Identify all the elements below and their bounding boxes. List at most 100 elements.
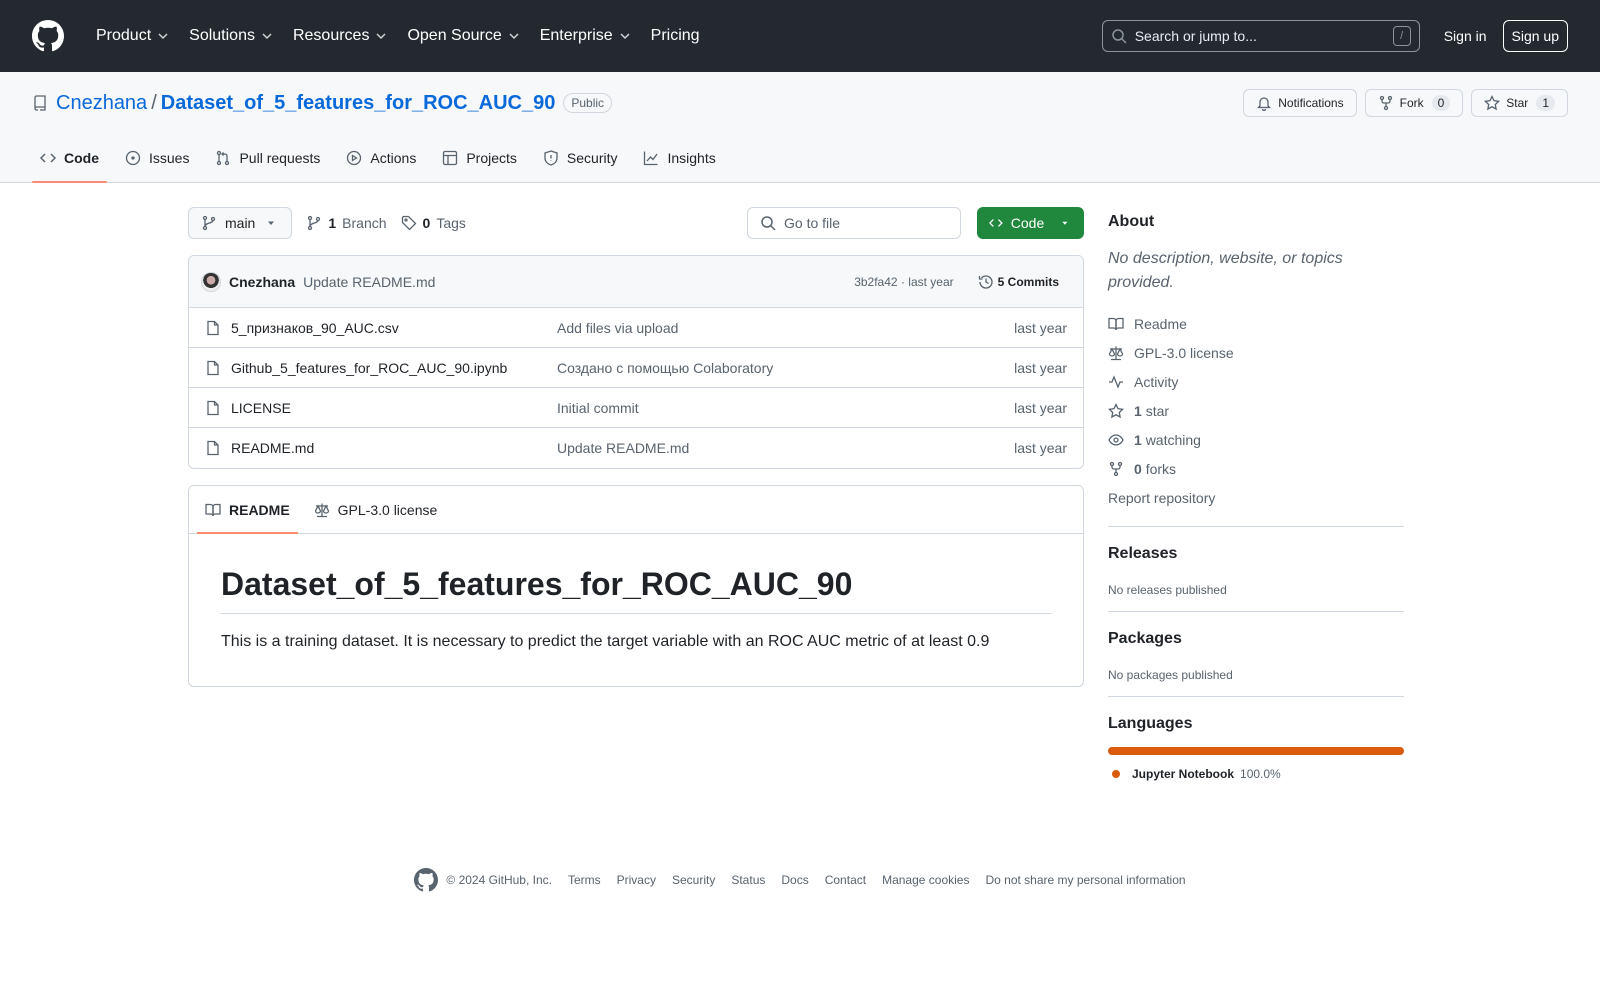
license-link[interactable]: GPL-3.0 license <box>1108 338 1404 367</box>
tab-security[interactable]: Security <box>535 134 626 182</box>
file-commit-link[interactable]: Initial commit <box>557 400 1014 416</box>
repo-name-link[interactable]: Dataset_of_5_features_for_ROC_AUC_90 <box>161 92 556 115</box>
tab-projects[interactable]: Projects <box>434 134 525 182</box>
branch-count: 1 <box>328 215 337 231</box>
nav-pricing[interactable]: Pricing <box>643 18 708 54</box>
table-icon <box>443 150 458 166</box>
readme-tabs: README GPL-3.0 license <box>189 486 1083 534</box>
shield-icon <box>544 150 558 166</box>
footer-link-contact[interactable]: Contact <box>825 873 866 887</box>
branch-icon <box>202 215 216 231</box>
fork-icon <box>1109 461 1123 476</box>
nav-resources[interactable]: Resources <box>285 18 395 54</box>
tab-actions-label: Actions <box>370 150 417 166</box>
file-time: last year <box>1014 319 1067 336</box>
notifications-button[interactable]: Notifications <box>1243 89 1357 117</box>
file-commit-link[interactable]: Update README.md <box>557 440 1014 456</box>
code-dropdown-button[interactable]: Code <box>977 207 1084 239</box>
file-name-link[interactable]: 5_признаков_90_AUC.csv <box>231 320 557 336</box>
about-description: No description, website, or topics provi… <box>1108 250 1343 291</box>
tab-code[interactable]: Code <box>32 134 107 183</box>
footer-link-security[interactable]: Security <box>672 873 715 887</box>
footer-link-terms[interactable]: Terms <box>568 873 601 887</box>
tags-link[interactable]: 0 Tags <box>401 215 466 231</box>
file-navigation: main 1 Branch 0 Tags Go to file Code <box>188 207 1084 239</box>
tab-actions[interactable]: Actions <box>338 134 424 182</box>
stars-text: 1 star <box>1134 403 1169 419</box>
file-icon <box>207 320 219 335</box>
nav-product-label: Product <box>96 27 152 44</box>
fork-count: 0 <box>1431 95 1451 111</box>
commits-history-link[interactable]: 5 Commits <box>970 274 1067 290</box>
nav-open-source[interactable]: Open Source <box>399 18 527 54</box>
global-nav: Product Solutions Resources Open Source … <box>88 18 708 54</box>
tab-readme[interactable]: README <box>197 486 298 534</box>
packages-heading[interactable]: Packages <box>1108 630 1404 648</box>
stars-count: 1 <box>1134 402 1142 419</box>
github-logo-icon[interactable] <box>414 868 439 892</box>
repo-owner-link[interactable]: Cnezhana <box>56 92 147 115</box>
forks-link[interactable]: 0 forks <box>1108 454 1404 483</box>
watchers-link[interactable]: 1 watching <box>1108 425 1404 454</box>
tab-license[interactable]: GPL-3.0 license <box>306 486 446 533</box>
language-item[interactable]: Jupyter Notebook 100.0% <box>1108 767 1404 781</box>
footer-copyright: © 2024 GitHub, Inc. <box>446 873 552 887</box>
repo-sidebar: About No description, website, or topics… <box>1108 207 1404 781</box>
code-button-label: Code <box>1010 215 1045 231</box>
footer-link-do-not-share[interactable]: Do not share my personal information <box>985 873 1185 887</box>
code-icon <box>40 153 56 163</box>
license-link-label: GPL-3.0 license <box>1134 344 1234 361</box>
avatar[interactable] <box>201 271 221 292</box>
commit-time: last year <box>908 274 954 289</box>
file-commit-link[interactable]: Add files via upload <box>557 320 1014 336</box>
file-row: 5_признаков_90_AUC.csv Add files via upl… <box>189 308 1083 348</box>
nav-enterprise[interactable]: Enterprise <box>532 18 639 54</box>
file-name-link[interactable]: README.md <box>231 440 557 456</box>
commit-message-link[interactable]: Update README.md <box>303 274 435 290</box>
report-repository-link[interactable]: Report repository <box>1108 483 1404 512</box>
search-shortcut-key: / <box>1392 26 1411 46</box>
star-button[interactable]: Star 1 <box>1471 89 1568 117</box>
forks-count: 0 <box>1134 460 1142 477</box>
tab-pull-requests[interactable]: Pull requests <box>207 134 328 182</box>
file-list: Cnezhana Update README.md 3b2fa42 · last… <box>188 255 1084 469</box>
global-search-input[interactable]: Search or jump to... / <box>1101 20 1420 52</box>
sign-up-button[interactable]: Sign up <box>1502 20 1568 52</box>
github-logo-icon[interactable] <box>32 20 64 52</box>
footer-link-status[interactable]: Status <box>731 873 765 887</box>
readme-link[interactable]: Readme <box>1108 309 1404 338</box>
sign-in-link[interactable]: Sign in <box>1444 28 1487 44</box>
fork-button[interactable]: Fork 0 <box>1364 89 1464 117</box>
tab-issues[interactable]: Issues <box>117 134 197 182</box>
tag-icon <box>401 215 416 231</box>
nav-solutions[interactable]: Solutions <box>181 18 281 54</box>
go-to-file-input[interactable]: Go to file <box>747 207 961 239</box>
commit-author-link[interactable]: Cnezhana <box>229 274 295 290</box>
file-name-link[interactable]: Github_5_features_for_ROC_AUC_90.ipynb <box>231 360 557 376</box>
tab-insights[interactable]: Insights <box>635 134 723 182</box>
file-commit-link[interactable]: Создано с помощью Colaboratory <box>557 360 1014 376</box>
forks-text: 0 forks <box>1134 461 1176 477</box>
star-icon <box>1108 402 1124 418</box>
readme-title: Dataset_of_5_features_for_ROC_AUC_90 <box>221 566 1051 614</box>
branch-name: main <box>225 215 256 231</box>
go-to-file-placeholder: Go to file <box>784 215 841 231</box>
files-column: main 1 Branch 0 Tags Go to file Code Cne… <box>188 207 1084 781</box>
file-row: LICENSE Initial commit last year <box>189 388 1083 428</box>
releases-heading[interactable]: Releases <box>1108 545 1404 563</box>
branches-link[interactable]: 1 Branch <box>306 215 387 231</box>
file-name-link[interactable]: LICENSE <box>231 400 557 416</box>
global-header: Product Solutions Resources Open Source … <box>0 0 1600 72</box>
nav-product[interactable]: Product <box>88 18 177 54</box>
footer-link-manage-cookies[interactable]: Manage cookies <box>882 873 969 887</box>
activity-link[interactable]: Activity <box>1108 367 1404 396</box>
commit-hash[interactable]: 3b2fa42 <box>854 275 897 289</box>
branch-select-button[interactable]: main <box>188 207 293 239</box>
forks-label: forks <box>1145 460 1177 477</box>
footer-link-privacy[interactable]: Privacy <box>617 873 656 887</box>
fork-icon <box>1379 95 1392 111</box>
star-count: 1 <box>1536 95 1555 111</box>
stars-link[interactable]: 1 star <box>1108 396 1404 425</box>
footer-link-docs[interactable]: Docs <box>781 873 808 887</box>
stars-label: star <box>1145 402 1170 419</box>
